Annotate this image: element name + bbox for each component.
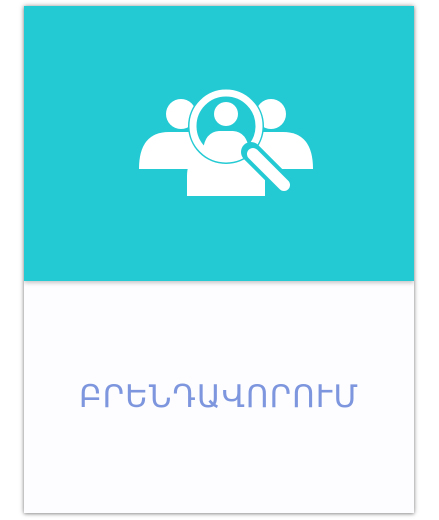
people-search-icon — [139, 84, 313, 206]
branding-card[interactable]: ԲՐԵՆԴԱՎՈՐՈՒՄ — [24, 6, 414, 513]
card-body: ԲՐԵՆԴԱՎՈՐՈՒՄ — [24, 281, 414, 513]
card-title: ԲՐԵՆԴԱՎՈՐՈՒՄ — [78, 379, 360, 415]
card-header — [24, 6, 414, 281]
